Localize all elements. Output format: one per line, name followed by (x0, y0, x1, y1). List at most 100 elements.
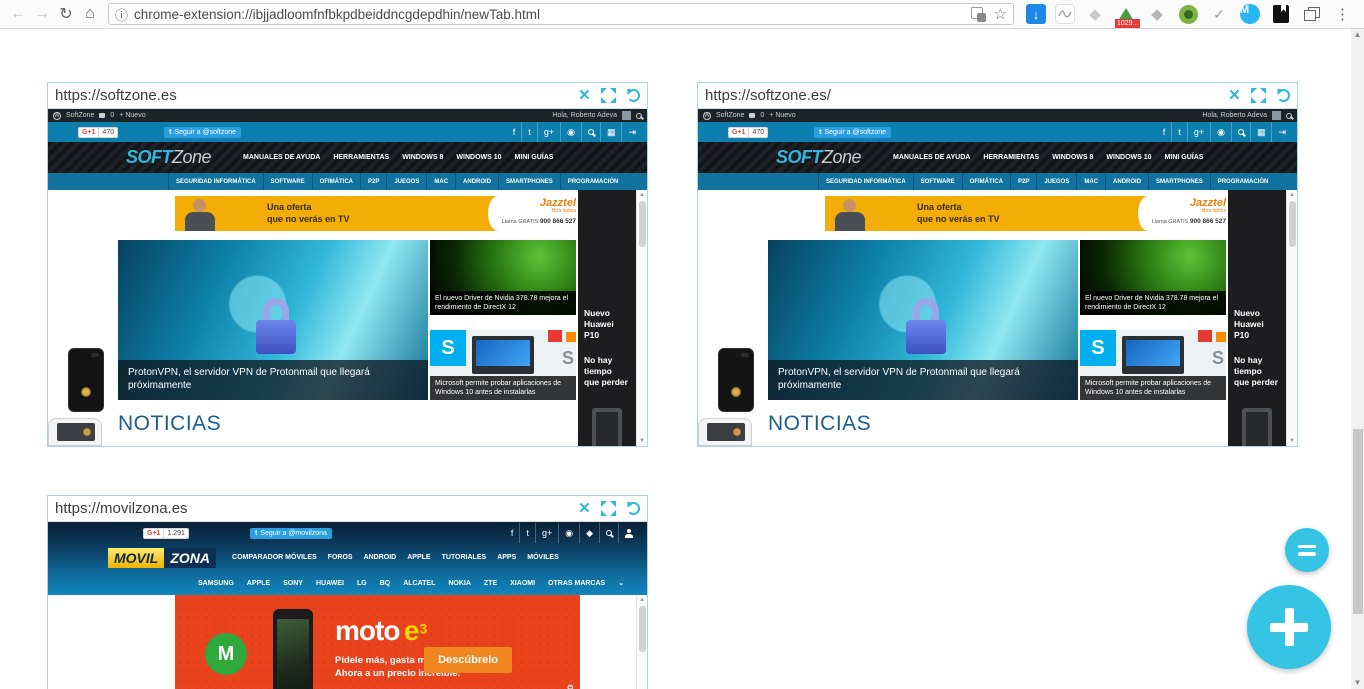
nav-item[interactable]: NOKIA (448, 580, 471, 587)
book-extension-icon[interactable] (1270, 3, 1292, 25)
article-card-nvidia[interactable]: El nuevo Driver de Nvidia 378.78 mejora … (430, 240, 576, 315)
huawei-sidebar-ad[interactable]: Nuevo Huawei P10 No hay tiempo que perde… (1228, 190, 1286, 446)
download-extension-icon[interactable]: ↓ (1026, 4, 1046, 24)
nav-item[interactable]: WINDOWS 8 (402, 154, 443, 161)
page-scrollbar[interactable]: ▲ ▼ (1351, 29, 1364, 689)
article-title[interactable]: Microsoft permite probar aplicaciones de… (1080, 375, 1226, 400)
facebook-icon[interactable]: f (505, 523, 520, 543)
grid-icon[interactable]: ▦ (599, 122, 622, 142)
nav-item[interactable]: JUEGOS (1036, 173, 1076, 190)
nav-item[interactable]: FOROS (328, 554, 353, 561)
article-title[interactable]: El nuevo Driver de Nvidia 378.78 mejora … (1080, 290, 1226, 315)
nav-item[interactable]: HERRAMIENTAS (983, 154, 1039, 161)
wave-extension-icon[interactable] (1055, 4, 1075, 24)
nav-item[interactable]: PROGRAMACIÓN (559, 173, 626, 190)
search-icon[interactable] (580, 122, 600, 142)
article-title[interactable]: Microsoft permite probar aplicaciones de… (430, 375, 576, 400)
close-icon[interactable]: × (1229, 86, 1240, 105)
article-title[interactable]: ProtonVPN, el servidor VPN de Protonmail… (768, 360, 1078, 400)
wp-new-button[interactable]: + Nuevo (119, 112, 145, 119)
nav-item[interactable]: OFIMÁTICA (311, 173, 360, 190)
panel-url[interactable]: https://softzone.es/ (705, 87, 1229, 104)
wp-site-name[interactable]: SoftZone (66, 112, 94, 119)
menu-fab-button[interactable] (1285, 528, 1329, 572)
wp-site-name[interactable]: SoftZone (716, 112, 744, 119)
dropbox-extension-icon[interactable]: ◆ (1084, 3, 1106, 25)
jazztel-ad-banner[interactable]: Una oferta que no verás en TV Jazztel fi… (175, 196, 580, 231)
nav-item[interactable]: MAC (426, 173, 455, 190)
facebook-icon[interactable]: f (507, 122, 522, 142)
nav-item[interactable]: ANDROID (364, 554, 397, 561)
scrollbar-thumb[interactable] (1352, 429, 1363, 614)
close-icon[interactable]: × (579, 86, 590, 105)
refresh-icon[interactable] (627, 502, 640, 515)
nav-item[interactable]: SMARTPHONES (498, 173, 560, 190)
scrollbar-thumb[interactable] (638, 606, 646, 652)
comments-icon[interactable] (749, 113, 756, 118)
reload-icon[interactable]: ↻ (54, 2, 78, 26)
nav-item[interactable]: SMARTPHONES (1148, 173, 1210, 190)
nav-item[interactable]: MÓVILES (527, 554, 559, 561)
nav-item[interactable]: SAMSUNG (198, 580, 234, 587)
nav-item[interactable]: P2P (360, 173, 386, 190)
gplus-icon[interactable]: g+ (534, 523, 558, 543)
rss-icon[interactable]: ◉ (1210, 122, 1231, 142)
gplus-icon[interactable]: g+ (536, 122, 560, 142)
scrollbar-thumb[interactable] (1288, 201, 1296, 247)
wp-greeting[interactable]: Hola, Roberto Adeva (1202, 112, 1267, 119)
scroll-down-icon[interactable]: ▼ (1351, 677, 1364, 689)
refresh-icon[interactable] (1277, 89, 1290, 102)
featured-article[interactable]: ProtonVPN, el servidor VPN de Protonmail… (118, 240, 428, 400)
scrollbar-thumb[interactable] (638, 201, 646, 247)
scroll-down-icon[interactable]: ▼ (1287, 436, 1297, 446)
rss-icon[interactable]: ◉ (558, 523, 579, 543)
panel-url[interactable]: https://movilzona.es (55, 500, 579, 517)
moto-ad-banner[interactable]: M moto e3 Pídele más, gasta menos. Ahora… (175, 595, 580, 689)
nav-item[interactable]: WINDOWS 10 (1106, 154, 1151, 161)
movilzona-logo[interactable]: MOVIL ZONA (108, 547, 217, 568)
nav-item[interactable]: SOFTWARE (262, 173, 312, 190)
expand-icon[interactable] (601, 501, 616, 516)
m-extension-icon[interactable]: M (1239, 3, 1261, 25)
nav-item[interactable]: WINDOWS 8 (1052, 154, 1093, 161)
twitter-follow-button[interactable]: t Seguir a @movilzona (249, 527, 332, 539)
preview-scrollbar[interactable]: ▲ ▼ (1286, 190, 1297, 446)
nav-item[interactable]: APPLE (247, 580, 270, 587)
gplus-button[interactable]: G+1 1.291 (143, 527, 189, 539)
wordpress-icon[interactable]: W (53, 111, 61, 120)
search-icon[interactable] (1230, 122, 1250, 142)
gem-icon[interactable]: ◆ (579, 523, 599, 543)
green-circle-extension-icon[interactable] (1177, 3, 1199, 25)
nav-item[interactable]: BQ (380, 580, 391, 587)
nav-item[interactable]: HERRAMIENTAS (333, 154, 389, 161)
check-extension-icon[interactable]: ✓ (1208, 3, 1230, 25)
expand-icon[interactable] (1251, 88, 1266, 103)
article-card-nvidia[interactable]: El nuevo Driver de Nvidia 378.78 mejora … (1080, 240, 1226, 315)
address-url[interactable]: chrome-extension://ibjjadloomfnfbkpdbeid… (134, 7, 971, 22)
chevron-down-icon[interactable]: ⌄ (618, 579, 624, 587)
twitter-follow-button[interactable]: t Seguir a @softzone (814, 126, 892, 138)
refresh-icon[interactable] (627, 89, 640, 102)
softzone-logo[interactable]: SOFTZone (126, 147, 212, 168)
search-icon[interactable] (636, 112, 642, 119)
panel-preview[interactable]: W SoftZone 0 + Nuevo Hola, Roberto Adeva… (698, 109, 1297, 446)
nav-item[interactable]: MINI GUÍAS (515, 154, 554, 161)
facebook-icon[interactable]: f (1157, 122, 1172, 142)
add-panel-fab-button[interactable] (1247, 585, 1331, 669)
softzone-logo[interactable]: SOFTZone (776, 147, 862, 168)
wp-new-button[interactable]: + Nuevo (769, 112, 795, 119)
login-icon[interactable]: ⇥ (621, 122, 642, 142)
nav-item[interactable]: APPLE (407, 554, 430, 561)
nav-item[interactable]: MANUALES DE AYUDA (893, 154, 970, 161)
article-card-microsoft[interactable]: S S Microsoft permite probar aplicacione… (1080, 330, 1226, 400)
home-icon[interactable]: ⌂ (78, 2, 102, 26)
jazztel-ad-banner[interactable]: Una oferta que no verás en TV Jazztel fi… (825, 196, 1230, 231)
panel-preview[interactable]: W SoftZone 0 + Nuevo Hola, Roberto Adeva… (48, 109, 647, 446)
twitter-icon[interactable]: t (521, 122, 537, 142)
article-title[interactable]: ProtonVPN, el servidor VPN de Protonmail… (118, 360, 428, 400)
scroll-up-icon[interactable]: ▲ (637, 190, 647, 200)
back-icon[interactable]: ← (6, 2, 30, 26)
nav-item[interactable]: LG (357, 580, 367, 587)
article-card-microsoft[interactable]: S S Microsoft permite probar aplicacione… (430, 330, 576, 400)
twitter-icon[interactable]: t (519, 523, 535, 543)
